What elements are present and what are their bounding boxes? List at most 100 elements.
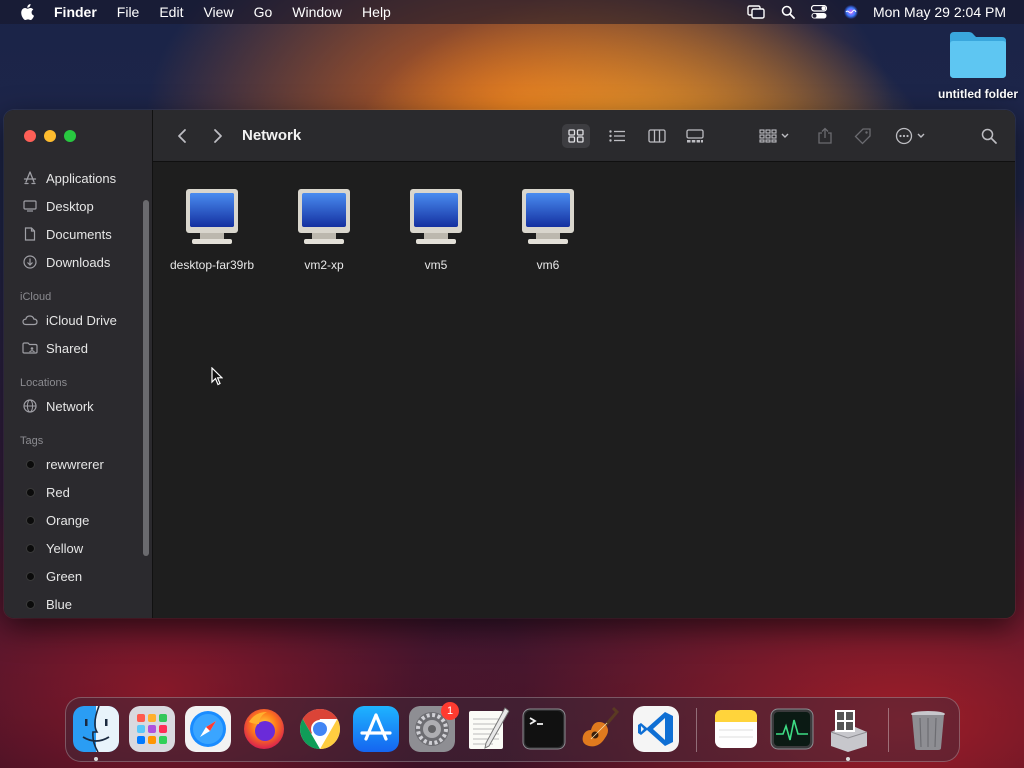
chrome-icon — [300, 709, 340, 749]
sidebar-item-downloads[interactable]: Downloads — [4, 248, 153, 276]
activity-monitor-icon — [770, 708, 814, 750]
screen-mirroring-icon[interactable] — [747, 5, 765, 19]
icon-view-button[interactable] — [562, 124, 590, 148]
menu-file[interactable]: File — [117, 4, 140, 20]
group-by-button[interactable] — [755, 124, 793, 148]
siri-icon[interactable] — [843, 4, 859, 20]
sidebar-section-locations: Locations — [20, 377, 68, 389]
sidebar-item-label: Desktop — [46, 198, 94, 214]
list-view-button[interactable] — [603, 124, 631, 148]
computer-monitor-icon — [298, 189, 350, 244]
menu-view[interactable]: View — [203, 4, 233, 20]
sidebar: Applications Desktop Documents Downloads — [4, 110, 153, 618]
sidebar-tag-orange[interactable]: Orange — [4, 506, 153, 534]
dock-separator — [888, 708, 889, 752]
minimize-button[interactable] — [44, 130, 56, 142]
sidebar-item-desktop[interactable]: Desktop — [4, 192, 153, 220]
spotlight-search-icon[interactable] — [781, 5, 795, 19]
window-title: Network — [242, 127, 302, 144]
sidebar-tag-red[interactable]: Red — [4, 478, 153, 506]
sidebar-item-network[interactable]: Network — [4, 392, 153, 420]
menu-edit[interactable]: Edit — [159, 4, 183, 20]
apple-menu-icon[interactable] — [18, 3, 36, 21]
notes-icon — [715, 710, 757, 748]
file-area[interactable]: desktop-far39rb vm2-xp vm5 vm6 — [153, 163, 1015, 618]
sidebar-item-label: Green — [46, 568, 83, 584]
sidebar-item-icloud-drive[interactable]: iCloud Drive — [4, 306, 153, 334]
menu-clock[interactable]: Mon May 29 2:04 PM — [873, 4, 1006, 20]
network-computer-item[interactable]: vm5 — [380, 187, 492, 272]
sidebar-item-applications[interactable]: Applications — [4, 164, 153, 192]
sidebar-tag-blue[interactable]: Blue — [4, 590, 153, 618]
dock-boot-camp[interactable] — [825, 706, 871, 752]
dock-firefox[interactable] — [241, 706, 287, 752]
gallery-icon — [686, 129, 704, 143]
toolbar: Network — [153, 110, 1015, 162]
finder-window: Applications Desktop Documents Downloads — [4, 110, 1015, 618]
gallery-view-button[interactable] — [681, 124, 709, 148]
dock-launchpad[interactable] — [129, 706, 175, 752]
menu-help[interactable]: Help — [362, 4, 391, 20]
launchpad-icon — [129, 706, 175, 752]
menu-window[interactable]: Window — [292, 4, 342, 20]
dock-vscode[interactable] — [633, 706, 679, 752]
vscode-icon — [633, 706, 679, 752]
sidebar-item-label: Applications — [46, 170, 117, 186]
textedit-icon — [469, 707, 510, 749]
back-button[interactable] — [173, 124, 191, 148]
item-label: vm2-xp — [304, 258, 344, 272]
firefox-icon — [244, 709, 284, 749]
network-computer-item[interactable]: vm6 — [492, 187, 604, 272]
network-computer-item[interactable]: vm2-xp — [268, 187, 380, 272]
chevron-left-icon — [178, 129, 186, 143]
menu-bar: Finder File Edit View Go Window Help Mon… — [0, 0, 1024, 24]
desktop-folder[interactable]: untitled folder — [932, 28, 1024, 101]
close-button[interactable] — [24, 130, 36, 142]
sidebar-tag-yellow[interactable]: Yellow — [4, 534, 153, 562]
app-store-icon — [353, 706, 399, 752]
tag-dot-icon — [26, 459, 35, 469]
dock: 1 — [65, 697, 960, 762]
dock-app-store[interactable] — [353, 706, 399, 752]
zoom-button[interactable] — [64, 130, 76, 142]
sidebar-item-label: Orange — [46, 512, 90, 528]
dock-terminal[interactable] — [521, 706, 567, 752]
dock-finder[interactable] — [73, 706, 119, 752]
dock-safari[interactable] — [185, 706, 231, 752]
menu-go[interactable]: Go — [254, 4, 273, 20]
sidebar-item-label: Yellow — [46, 540, 84, 556]
sidebar-scrollbar[interactable] — [143, 200, 149, 556]
sidebar-tag-rewwrerer[interactable]: rewwrerer — [4, 450, 153, 478]
sidebar-item-label: rewwrerer — [46, 456, 104, 472]
sidebar-tag-green[interactable]: Green — [4, 562, 153, 590]
dock-chrome[interactable] — [297, 706, 343, 752]
dock-trash[interactable] — [905, 706, 951, 752]
share-button[interactable] — [813, 124, 837, 148]
document-icon — [22, 226, 38, 242]
more-actions-button[interactable] — [891, 124, 929, 148]
share-icon — [818, 127, 832, 144]
sidebar-section-tags: Tags — [20, 435, 44, 447]
menu-finder[interactable]: Finder — [54, 4, 97, 20]
dock-notes[interactable] — [713, 706, 759, 752]
applications-icon — [22, 170, 38, 186]
network-computer-item[interactable]: desktop-far39rb — [156, 187, 268, 272]
running-indicator — [94, 757, 98, 761]
dock-activity-monitor[interactable] — [769, 706, 815, 752]
group-grid-icon — [758, 129, 777, 143]
tag-dot-icon — [26, 571, 35, 581]
control-center-icon[interactable] — [810, 5, 827, 19]
tags-button[interactable] — [851, 124, 875, 148]
grid-icon — [568, 129, 584, 143]
columns-icon — [648, 129, 666, 143]
list-icon — [608, 130, 625, 142]
tag-dot-icon — [26, 487, 35, 497]
column-view-button[interactable] — [643, 124, 671, 148]
dock-garageband[interactable] — [577, 706, 623, 752]
forward-button[interactable] — [209, 124, 227, 148]
search-button[interactable] — [977, 124, 1001, 148]
sidebar-item-documents[interactable]: Documents — [4, 220, 153, 248]
sidebar-item-shared[interactable]: Shared — [4, 334, 153, 362]
dock-textedit[interactable] — [465, 706, 511, 752]
window-controls — [24, 130, 84, 142]
